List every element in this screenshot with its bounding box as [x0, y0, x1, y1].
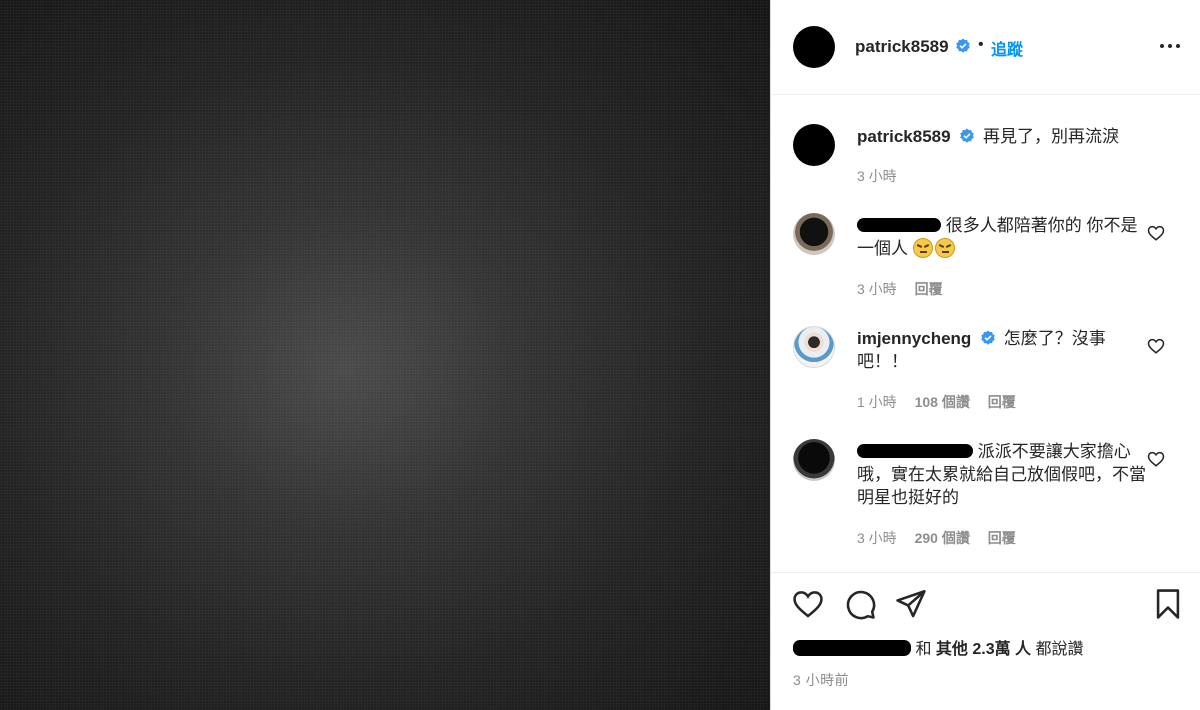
bookmark-icon[interactable]: [1151, 587, 1185, 621]
verified-badge-icon: [981, 330, 995, 345]
comment-time[interactable]: 3 小時: [857, 281, 897, 297]
comment: 派派不要讓大家擔心哦，實在太累就給自己放個假吧，不當明星也挺好的: [857, 440, 1147, 509]
comment-heart-icon[interactable]: [1147, 337, 1165, 355]
commenter-avatar[interactable]: [793, 326, 835, 368]
follow-button[interactable]: 追蹤: [991, 36, 1023, 60]
redacted-liker: [793, 640, 911, 656]
comment: 很多人都陪著你的 你不是一個人: [857, 214, 1147, 260]
caption-meta: 3 小時: [857, 166, 911, 186]
angry-face-emoji: [912, 238, 933, 258]
comment-icon[interactable]: [843, 587, 877, 621]
comment-time[interactable]: 1 小時: [857, 394, 897, 410]
comment-heart-icon[interactable]: [1147, 450, 1165, 468]
likes-suffix: 都說讚: [1035, 641, 1084, 658]
likes-connector: 和: [915, 641, 932, 658]
separator-dot: •: [978, 36, 984, 53]
reply-button[interactable]: 回覆: [915, 281, 943, 297]
comment-likes[interactable]: 108 個讚: [915, 394, 970, 410]
comment-meta: 1 小時 108 個讚 回覆: [857, 392, 1030, 412]
caption-username[interactable]: patrick8589: [857, 127, 951, 146]
reply-button[interactable]: 回覆: [988, 394, 1016, 410]
redacted-username: [857, 218, 941, 232]
post-side-panel: patrick8589 • 追蹤 patrick8589 再見了，別再流淚 3 …: [770, 0, 1200, 710]
redacted-username: [857, 444, 973, 458]
comment-likes[interactable]: 290 個讚: [915, 530, 970, 546]
author-avatar[interactable]: [793, 26, 835, 68]
likes-summary[interactable]: 和 其他 2.3萬 人 都說讚: [793, 635, 1084, 659]
comments-list[interactable]: patrick8589 再見了，別再流淚 3 小時 很多人都陪著你的 你不是一個…: [771, 96, 1200, 571]
post-timestamp[interactable]: 3 小時前: [793, 670, 849, 690]
caption-time[interactable]: 3 小時: [857, 168, 897, 184]
verified-badge-icon: [960, 128, 975, 143]
post-image[interactable]: [0, 0, 770, 710]
comment-meta: 3 小時 回覆: [857, 279, 957, 299]
post-header: patrick8589 • 追蹤: [771, 0, 1200, 95]
comment-time[interactable]: 3 小時: [857, 530, 897, 546]
caption: patrick8589 再見了，別再流淚: [857, 125, 1167, 148]
comment-username[interactable]: imjennycheng: [857, 329, 971, 348]
author-username[interactable]: patrick8589: [855, 37, 949, 57]
comment-heart-icon[interactable]: [1147, 224, 1165, 242]
reply-button[interactable]: 回覆: [988, 530, 1016, 546]
commenter-avatar[interactable]: [793, 439, 835, 481]
share-icon[interactable]: [894, 587, 928, 621]
comment-meta: 3 小時 290 個讚 回覆: [857, 528, 1030, 548]
angry-face-emoji: [934, 238, 955, 258]
caption-avatar[interactable]: [793, 124, 835, 166]
commenter-avatar[interactable]: [793, 213, 835, 255]
caption-text: 再見了，別再流淚: [983, 127, 1120, 146]
verified-badge-icon: [955, 38, 971, 57]
comment: imjennycheng 怎麼了？沒事吧！！: [857, 327, 1147, 373]
likes-count[interactable]: 其他 2.3萬 人: [936, 641, 1031, 658]
heart-icon[interactable]: [791, 587, 825, 621]
post-actions: 和 其他 2.3萬 人 都說讚 3 小時前: [771, 572, 1200, 710]
more-options-icon[interactable]: [1159, 36, 1185, 56]
